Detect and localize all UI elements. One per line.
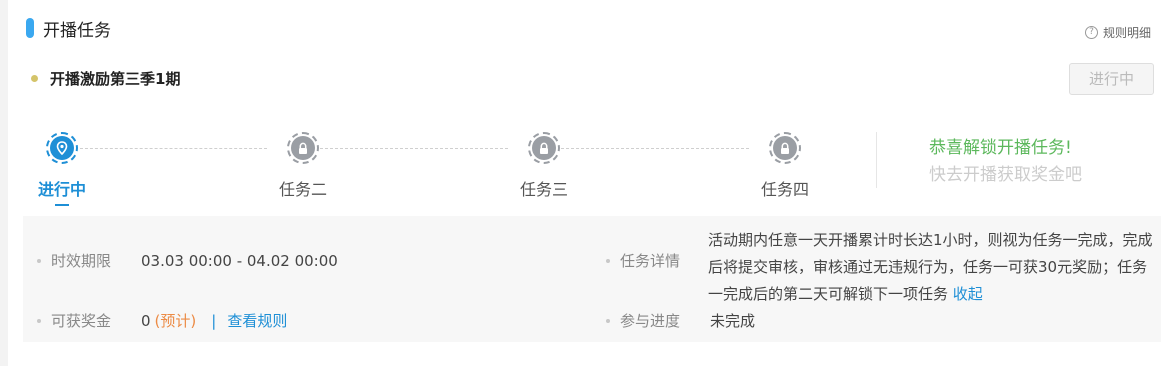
rules-detail-link[interactable]: ? 规则明细 — [1084, 24, 1151, 41]
vertical-divider — [876, 132, 877, 188]
step-2-label: 任务二 — [278, 180, 327, 199]
location-pin-icon — [56, 141, 68, 155]
bonus-estimate: (预计) — [154, 312, 197, 330]
step-3[interactable]: 任务三 — [499, 132, 589, 200]
step-1[interactable]: 进行中 — [17, 132, 107, 206]
title-accent-bar — [26, 18, 34, 38]
progress-label: 参与进度 — [620, 312, 681, 330]
task-info-panel: 时效期限 03.03 00:00 - 04.02 00:00 可获奖金 0 (预… — [23, 216, 1161, 342]
step-1-label: 进行中 — [37, 180, 86, 199]
left-edge-strip — [0, 0, 8, 366]
bullet-dot — [37, 318, 41, 323]
question-circle-icon: ? — [1084, 26, 1098, 39]
active-step-underline — [55, 204, 69, 206]
step-2[interactable]: 任务二 — [258, 132, 348, 200]
view-rules-link[interactable]: 查看规则 — [227, 310, 287, 331]
step-node-locked — [287, 132, 319, 164]
step-connector — [80, 148, 267, 149]
rules-detail-label: 规则明细 — [1102, 26, 1151, 40]
lock-icon — [781, 142, 789, 154]
period-value: 03.03 00:00 - 04.02 00:00 — [141, 251, 338, 270]
step-connector — [320, 148, 508, 149]
task-detail-body: 活动期内任意一天开播累计时长达1小时，则视为任务一完成，完成后将提交审核，审核通… — [708, 231, 1153, 303]
lock-icon — [299, 142, 307, 154]
bullet-dot — [606, 258, 610, 263]
unlock-hint-text: 快去开播获取奖金吧 — [929, 165, 1082, 185]
period-label: 时效期限 — [51, 252, 112, 270]
step-4[interactable]: 任务四 — [740, 132, 830, 200]
step-node-locked — [769, 132, 801, 164]
campaign-dot — [31, 74, 38, 82]
bonus-row: 可获奖金 0 (预计) | 查看规则 — [37, 310, 287, 331]
collapse-link[interactable]: 收起 — [953, 285, 983, 303]
unlock-congrats-text: 恭喜解锁开播任务! — [929, 138, 1072, 158]
detail-row-label: 任务详情 — [606, 250, 710, 271]
step-4-label: 任务四 — [760, 180, 809, 199]
status-button[interactable]: 进行中 — [1069, 63, 1154, 95]
bonus-value: 0 — [141, 311, 151, 330]
separator: | — [211, 311, 217, 330]
campaign-title: 开播激励第三季1期 — [50, 69, 181, 88]
campaign-header: 开播激励第三季1期 — [31, 67, 180, 89]
bullet-dot — [606, 318, 610, 323]
page-title: 开播任务 — [43, 20, 111, 41]
step-node-active — [46, 132, 78, 164]
progress-value: 未完成 — [710, 312, 756, 330]
step-3-label: 任务三 — [519, 180, 568, 199]
bonus-label: 可获奖金 — [51, 312, 112, 330]
step-node-locked — [528, 132, 560, 164]
section-header: 开播任务 — [26, 16, 111, 41]
step-connector — [561, 148, 749, 149]
period-row: 时效期限 03.03 00:00 - 04.02 00:00 — [37, 250, 338, 271]
detail-label: 任务详情 — [620, 252, 681, 270]
bullet-dot — [37, 258, 41, 263]
progress-row: 参与进度 未完成 — [606, 310, 755, 331]
task-detail-text: 活动期内任意一天开播累计时长达1小时，则视为任务一完成，完成后将提交审核，审核通… — [708, 227, 1153, 308]
lock-icon — [540, 142, 548, 154]
